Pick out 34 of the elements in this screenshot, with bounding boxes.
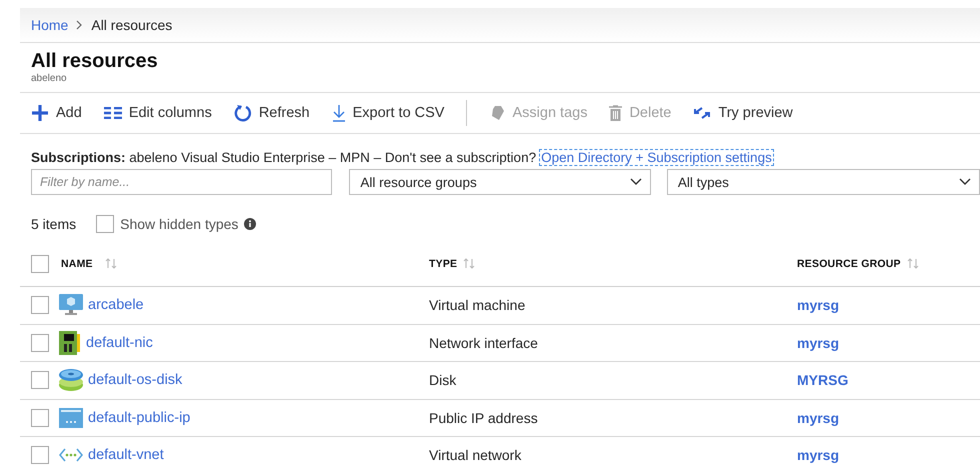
breadcrumb-current: All resources [91, 17, 172, 33]
table-cell: Disk [429, 372, 456, 388]
resource-group-dropdown[interactable]: All resource groups [349, 169, 651, 195]
subscription-settings-link[interactable]: Open Directory + Subscription settings [540, 150, 773, 164]
resource-name-link[interactable]: default-public-ip [88, 410, 190, 426]
toolbar-button[interactable]: Try preview [693, 99, 793, 127]
page-title: All resources [31, 49, 158, 73]
resource-group-link[interactable]: MYRSG [797, 372, 848, 388]
resource-name-link[interactable]: arcabele [88, 297, 144, 314]
table-cell: Virtual network [429, 447, 522, 464]
table-cell: Network interface [429, 334, 538, 351]
resource-group-link[interactable]: myrsg [797, 334, 840, 351]
checkbox-label: Show hidden types [120, 216, 238, 232]
item-count: 5 items [31, 216, 76, 232]
resource-group-link[interactable]: myrsg [797, 297, 840, 314]
subscriptions-text: Subscriptions: abeleno Visual Studio Enterprise – MPN – Don't see a subscription? [31, 150, 536, 164]
type-dropdown[interactable]: All types [666, 169, 980, 195]
resource-name-link[interactable]: default-os-disk [88, 372, 182, 388]
toolbar-button[interactable]: Export to CSV [332, 99, 444, 127]
resource-name-link[interactable]: default-vnet [88, 447, 164, 464]
toolbar-button[interactable]: Add [31, 99, 82, 127]
filter-field[interactable]: Filter by name... [31, 169, 332, 195]
table-cell: Virtual machine [429, 297, 526, 314]
breadcrumb-link[interactable]: Home [31, 17, 68, 33]
resource-group-link[interactable]: myrsg [797, 447, 840, 464]
table-cell: Public IP address [429, 410, 538, 426]
column-header[interactable]: TYPE [429, 258, 458, 270]
column-header[interactable]: RESOURCE GROUP [797, 258, 901, 270]
toolbar-button[interactable]: Refresh [234, 99, 310, 127]
column-header[interactable]: NAME [61, 258, 93, 270]
resource-group-link[interactable]: myrsg [797, 410, 840, 426]
toolbar-button[interactable]: Edit columns [104, 99, 212, 127]
page-subtitle: abeleno [31, 73, 67, 85]
resource-name-link[interactable]: default-nic [86, 334, 153, 351]
